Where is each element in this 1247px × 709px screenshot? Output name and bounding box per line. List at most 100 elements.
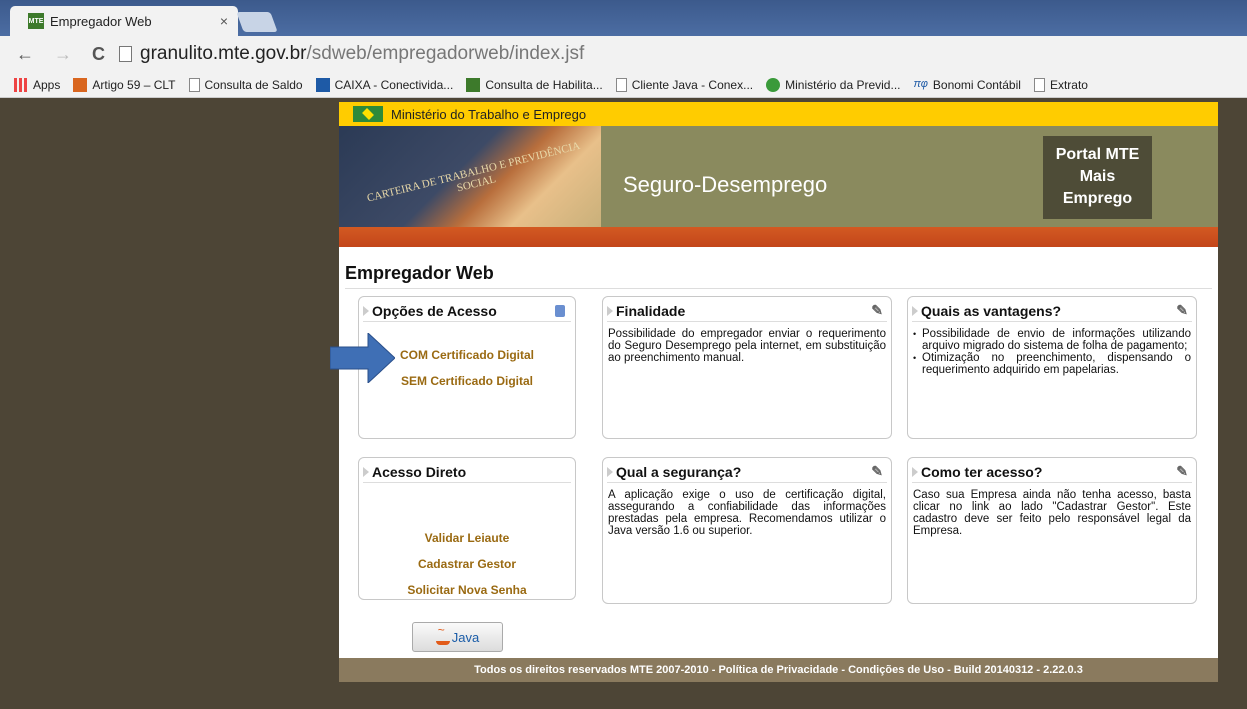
page-title: Empregador Web [345, 263, 1212, 289]
bookmark-icon [73, 77, 88, 92]
orange-strip [339, 227, 1218, 247]
address-bar[interactable]: granulito.mte.gov.br/sdweb/empregadorweb… [119, 43, 584, 65]
triangle-icon [607, 305, 613, 316]
page-icon [1033, 77, 1045, 92]
panel-acesso-direto: Acesso Direto Validar Leiaute Cadastrar … [358, 457, 576, 600]
banner-title: Seguro-Desemprego [623, 172, 828, 197]
caixa-icon [315, 77, 330, 92]
empregador-web-page: Ministério do Trabalho e Emprego CARTEIR… [339, 102, 1218, 682]
panel-title: Opções de Acesso [372, 302, 497, 319]
panel-list: Possibilidade de envio de informações ut… [908, 322, 1196, 382]
forward-button[interactable]: → [54, 44, 72, 65]
java-label: Java [451, 629, 480, 645]
bookmarks-bar: Apps Artigo 59 – CLT Consulta de Saldo C… [0, 72, 1247, 98]
portal-line: Mais [1079, 168, 1116, 185]
browser-toolbar: ← → C granulito.mte.gov.br/sdweb/emprega… [0, 36, 1247, 72]
panel-header: Qual a segurança? ✎ [607, 461, 887, 483]
browser-tab[interactable]: MTE Empregador Web × [10, 6, 238, 36]
triangle-icon [363, 466, 369, 477]
java-cup-icon [435, 623, 450, 645]
solicitar-senha-link[interactable]: Solicitar Nova Senha [359, 583, 575, 597]
bookmark-label: Extrato [1049, 77, 1088, 92]
pi-icon: πφ [913, 77, 928, 90]
apps-icon [14, 77, 28, 92]
direct-links: Validar Leiaute Cadastrar Gestor Solicit… [359, 483, 575, 597]
info-icon: ✎ [871, 463, 883, 479]
bookmark-caixa[interactable]: CAIXA - Conectivida... [315, 77, 454, 92]
panel-text: Caso sua Empresa ainda não tenha acesso,… [913, 489, 1191, 537]
ministry-bar: Ministério do Trabalho e Emprego [339, 102, 1218, 126]
java-button[interactable]: Java [412, 622, 503, 652]
bookmark-label: Consulta de Saldo [204, 77, 303, 92]
bookmark-label: Apps [33, 77, 61, 92]
back-button[interactable]: ← [16, 44, 34, 65]
list-item: Possibilidade de envio de informações ut… [913, 328, 1191, 352]
panel-header: Finalidade ✎ [607, 300, 887, 322]
validar-leiaute-link[interactable]: Validar Leiaute [359, 531, 575, 545]
triangle-icon [912, 466, 918, 477]
info-icon: ✎ [871, 302, 883, 318]
bookmark-previdencia[interactable]: Ministério da Previd... [766, 77, 901, 92]
panel-text: Possibilidade do empregador enviar o req… [608, 328, 886, 364]
banner-photo: CARTEIRA DE TRABALHO E PREVIDÊNCIA SOCIA… [339, 126, 601, 227]
bookmark-bonomi[interactable]: πφ Bonomi Contábil [914, 78, 1021, 92]
info-icon: ✎ [1176, 302, 1188, 318]
bookmark-cliente-java[interactable]: Cliente Java - Conex... [615, 77, 754, 92]
panel-header: Opções de Acesso [363, 300, 571, 322]
panel-seguranca: Qual a segurança? ✎ A aplicação exige o … [602, 457, 892, 604]
panel-title: Quais as vantagens? [921, 302, 1062, 319]
bookmark-label: Ministério da Previd... [785, 77, 901, 92]
page-icon [188, 77, 200, 92]
bookmark-consulta-saldo[interactable]: Consulta de Saldo [188, 77, 303, 92]
bookmark-label: Cliente Java - Conex... [631, 77, 754, 92]
bookmark-label: CAIXA - Conectivida... [334, 77, 454, 92]
url-host: granulito.mte.gov.br [140, 43, 307, 64]
bookmark-extrato[interactable]: Extrato [1033, 77, 1088, 92]
cadastrar-gestor-link[interactable]: Cadastrar Gestor [359, 557, 575, 571]
annotation-arrow-icon [330, 333, 395, 383]
brazil-flag-icon [353, 106, 383, 122]
lock-icon [555, 304, 565, 317]
reload-button[interactable]: C [92, 44, 105, 65]
bookmark-label: Bonomi Contábil [932, 77, 1021, 92]
mte-icon [466, 77, 481, 92]
triangle-icon [607, 466, 613, 477]
triangle-icon [363, 305, 369, 316]
bookmark-label: Consulta de Habilita... [485, 77, 603, 92]
ctps-text: CARTEIRA DE TRABALHO E PREVIDÊNCIA SOCIA… [365, 139, 582, 205]
main-content: Empregador Web [339, 247, 1218, 289]
page-icon [615, 77, 627, 92]
portal-mte-button[interactable]: Portal MTE Mais Emprego [1043, 136, 1152, 219]
panel-finalidade: Finalidade ✎ Possibilidade do empregador… [602, 296, 892, 439]
bookmark-artigo59[interactable]: Artigo 59 – CLT [73, 77, 176, 92]
panel-vantagens: Quais as vantagens? ✎ Possibilidade de e… [907, 296, 1197, 439]
bookmark-label: Artigo 59 – CLT [92, 77, 176, 92]
portal-line: Emprego [1062, 190, 1133, 207]
panel-title: Acesso Direto [372, 463, 467, 480]
info-icon: ✎ [1176, 463, 1188, 479]
page-icon [119, 46, 132, 62]
tab-title: Empregador Web [50, 13, 152, 29]
banner: CARTEIRA DE TRABALHO E PREVIDÊNCIA SOCIA… [339, 126, 1218, 227]
panel-text: A aplicação exige o uso de certificação … [608, 489, 886, 537]
url-path: /sdweb/empregadorweb/index.jsf [306, 43, 585, 64]
previdencia-icon [766, 77, 781, 92]
bookmark-habilitacao[interactable]: Consulta de Habilita... [466, 77, 603, 92]
panel-header: Acesso Direto [363, 461, 571, 483]
bookmark-apps[interactable]: Apps [14, 77, 61, 92]
tab-close-icon[interactable]: × [220, 13, 228, 29]
panel-title: Como ter acesso? [921, 463, 1043, 480]
panel-title: Qual a segurança? [616, 463, 742, 480]
panel-como-acesso: Como ter acesso? ✎ Caso sua Empresa aind… [907, 457, 1197, 604]
panel-header: Quais as vantagens? ✎ [912, 300, 1192, 322]
list-item: Otimização no preenchimento, dispensando… [913, 352, 1191, 376]
panel-header: Como ter acesso? ✎ [912, 461, 1192, 483]
footer: Todos os direitos reservados MTE 2007-20… [339, 658, 1218, 682]
portal-line: Portal MTE [1055, 146, 1140, 163]
ministry-name: Ministério do Trabalho e Emprego [391, 106, 587, 122]
triangle-icon [912, 305, 918, 316]
mte-favicon-icon: MTE [28, 13, 44, 29]
panel-title: Finalidade [616, 302, 686, 319]
browser-tabstrip: MTE Empregador Web × [0, 0, 1247, 36]
new-tab-button[interactable] [236, 12, 278, 32]
